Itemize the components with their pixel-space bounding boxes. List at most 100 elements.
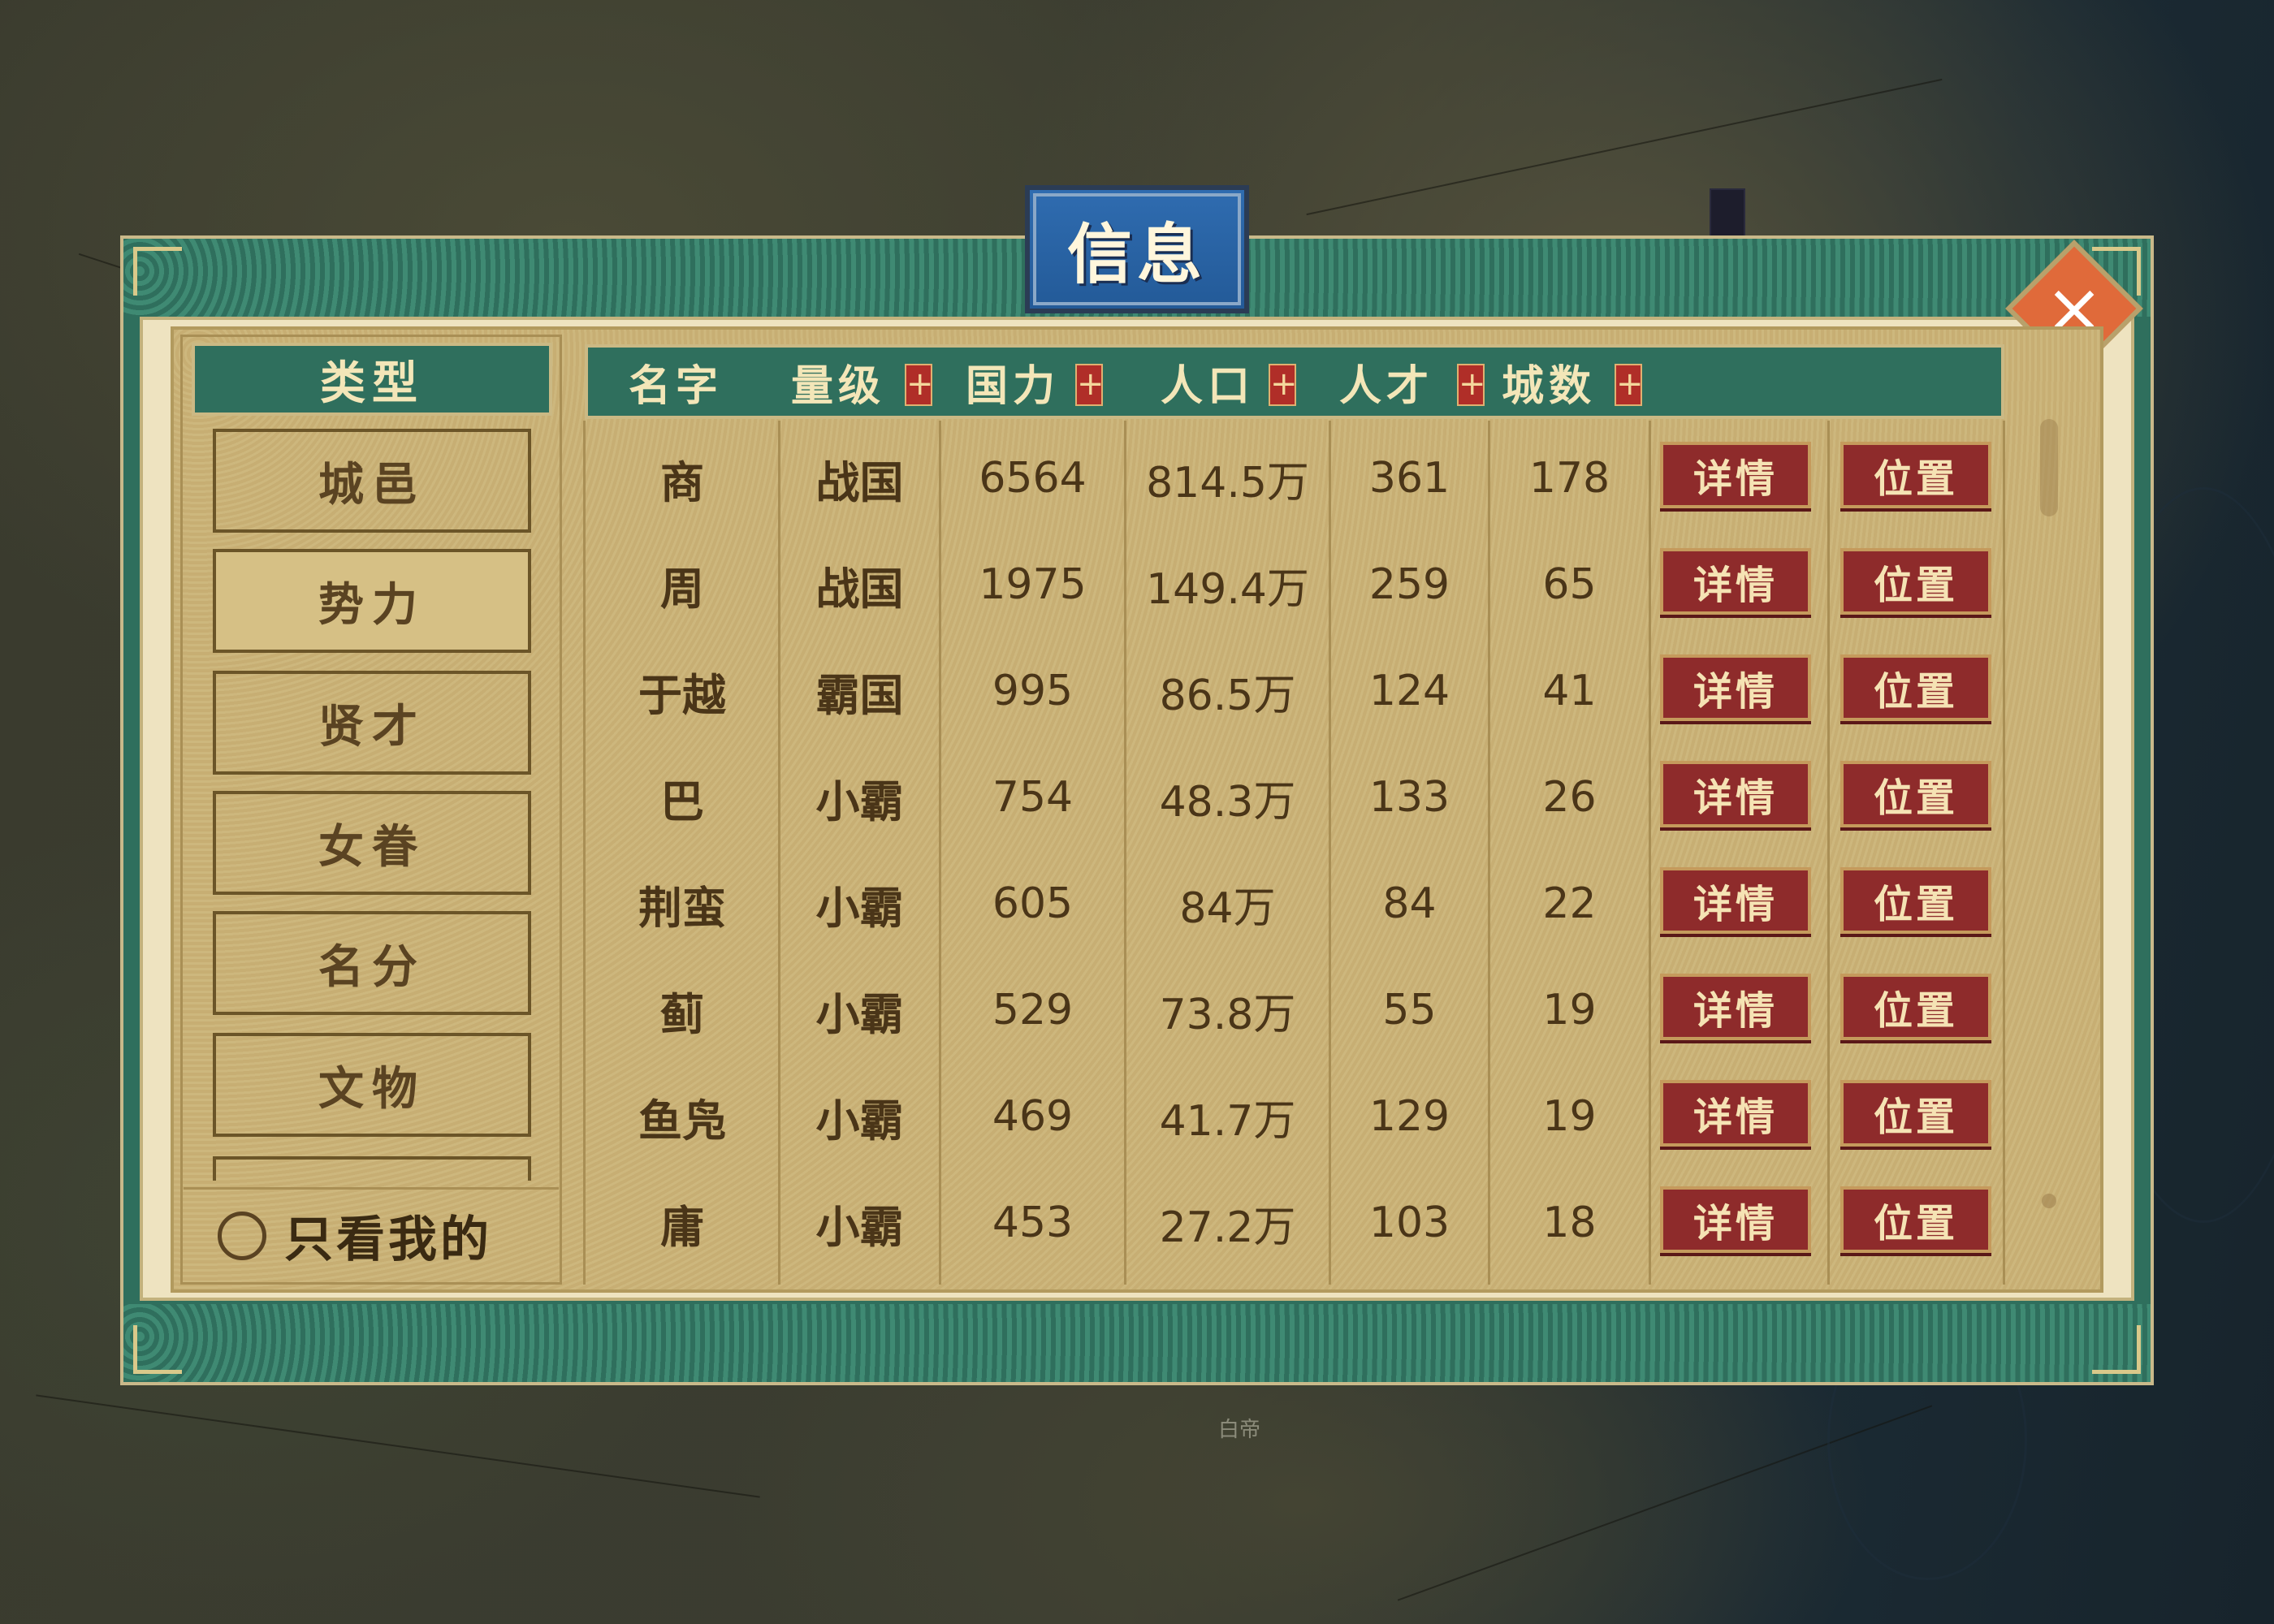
cell-level: 小霸: [815, 987, 904, 1040]
cell-population: 814.5万: [1146, 458, 1309, 508]
locate-button[interactable]: 位置: [1840, 1186, 1991, 1253]
cell-name: 蓟: [660, 987, 704, 1040]
cell-population: 73.8万: [1159, 990, 1296, 1039]
tab-family[interactable]: 女眷: [213, 791, 531, 895]
cell-cities: 19: [1542, 1092, 1597, 1141]
detail-button[interactable]: 详情: [1660, 867, 1811, 934]
cell-power: 529: [992, 986, 1074, 1034]
detail-button[interactable]: 详情: [1660, 442, 1811, 508]
filter-mine-row[interactable]: 只看我的: [184, 1187, 559, 1281]
cell-cities: 65: [1542, 560, 1597, 609]
sort-talent-icon[interactable]: +: [1457, 364, 1486, 406]
locate-button[interactable]: 位置: [1840, 1080, 1991, 1147]
cell-power: 469: [992, 1092, 1074, 1141]
cell-cities: 178: [1528, 454, 1610, 503]
cell-level: 霸国: [815, 668, 904, 721]
cell-talent: 103: [1368, 1199, 1450, 1247]
cell-cities: 26: [1542, 773, 1597, 822]
panel-title-plaque: 信息: [1025, 185, 1249, 313]
cell-name: 周: [660, 562, 704, 615]
cell-level: 小霸: [815, 881, 904, 934]
sort-power-icon[interactable]: +: [1075, 364, 1105, 406]
detail-button[interactable]: 详情: [1660, 1186, 1811, 1253]
col-name-header[interactable]: 名字: [629, 348, 723, 416]
sort-cities-icon[interactable]: +: [1615, 364, 1644, 406]
filter-radio[interactable]: [218, 1211, 266, 1260]
cell-power: 1975: [979, 560, 1087, 609]
cell-cities: 41: [1542, 667, 1597, 715]
cell-name: 商: [660, 456, 704, 508]
col-power-header[interactable]: 国力: [966, 348, 1060, 416]
detail-button[interactable]: 详情: [1660, 548, 1811, 615]
cell-level: 小霸: [815, 775, 904, 827]
cell-name: 于越: [638, 668, 726, 721]
col-population-header[interactable]: 人口: [1161, 348, 1255, 416]
cell-level: 战国: [815, 456, 904, 508]
cell-talent: 55: [1382, 986, 1437, 1034]
locate-button[interactable]: 位置: [1840, 867, 1991, 934]
locate-button[interactable]: 位置: [1840, 974, 1991, 1040]
locate-button[interactable]: 位置: [1840, 761, 1991, 827]
col-level-header[interactable]: 量级: [791, 348, 885, 416]
type-header: 类型: [192, 343, 552, 416]
cell-talent: 124: [1368, 667, 1450, 715]
panel-title: 信息: [1067, 216, 1207, 292]
panel-bottom-strip: [123, 1304, 2151, 1382]
table-header: 名字 量级 + 国力 + 人口 + 人才 + 城数 +: [585, 344, 2004, 419]
cell-level: 小霸: [815, 1094, 904, 1147]
col-talent-header[interactable]: 人才: [1339, 348, 1433, 416]
tab-overflow[interactable]: [213, 1156, 531, 1181]
scrollbar-thumb[interactable]: [2040, 419, 2058, 516]
cell-power: 605: [992, 879, 1074, 928]
scrollbar-end: [2042, 1194, 2056, 1208]
col-divider: [2003, 421, 2005, 1285]
cell-population: 84万: [1179, 883, 1276, 933]
col-divider: [1649, 421, 1651, 1285]
corner-ornament-icon: [133, 247, 182, 296]
cell-talent: 133: [1368, 773, 1450, 822]
detail-button[interactable]: 详情: [1660, 974, 1811, 1040]
cell-name: 巴: [660, 775, 704, 827]
cell-power: 995: [992, 667, 1074, 715]
cell-level: 战国: [815, 562, 904, 615]
col-cities-header[interactable]: 城数: [1502, 348, 1596, 416]
cell-power: 453: [992, 1199, 1074, 1247]
cell-cities: 22: [1542, 879, 1597, 928]
locate-button[interactable]: 位置: [1840, 442, 1991, 508]
tab-talents[interactable]: 贤才: [213, 671, 531, 775]
tab-factions[interactable]: 势力: [213, 549, 531, 653]
locate-button[interactable]: 位置: [1840, 654, 1991, 721]
tab-titles[interactable]: 名分: [213, 911, 531, 1015]
detail-button[interactable]: 详情: [1660, 761, 1811, 827]
cell-population: 149.4万: [1146, 564, 1309, 614]
cell-power: 6564: [979, 454, 1087, 503]
cell-talent: 259: [1368, 560, 1450, 609]
flag-marker-icon[interactable]: [1710, 188, 1745, 239]
cell-name: 鱼凫: [638, 1094, 726, 1147]
col-divider: [583, 421, 586, 1285]
cell-population: 27.2万: [1159, 1203, 1296, 1252]
cell-name: 庸: [660, 1200, 704, 1253]
cell-talent: 129: [1368, 1092, 1450, 1141]
map-place-label: 白帝: [1218, 1418, 1261, 1442]
detail-button[interactable]: 详情: [1660, 654, 1811, 721]
cell-level: 小霸: [815, 1200, 904, 1253]
cell-talent: 361: [1368, 454, 1450, 503]
cell-population: 41.7万: [1159, 1096, 1296, 1146]
cell-cities: 19: [1542, 986, 1597, 1034]
corner-ornament-icon: [133, 1325, 182, 1374]
tab-relics[interactable]: 文物: [213, 1033, 531, 1137]
cell-name: 荆蛮: [638, 881, 726, 934]
cell-cities: 18: [1542, 1199, 1597, 1247]
cell-population: 48.3万: [1159, 777, 1296, 827]
detail-button[interactable]: 详情: [1660, 1080, 1811, 1147]
cell-population: 86.5万: [1159, 671, 1296, 720]
cell-talent: 84: [1382, 879, 1437, 928]
tab-cities[interactable]: 城邑: [213, 429, 531, 533]
sort-population-icon[interactable]: +: [1269, 364, 1298, 406]
cell-power: 754: [992, 773, 1074, 822]
sort-level-icon[interactable]: +: [905, 364, 934, 406]
map-border-line: [36, 1394, 760, 1498]
locate-button[interactable]: 位置: [1840, 548, 1991, 615]
col-divider: [1827, 421, 1830, 1285]
